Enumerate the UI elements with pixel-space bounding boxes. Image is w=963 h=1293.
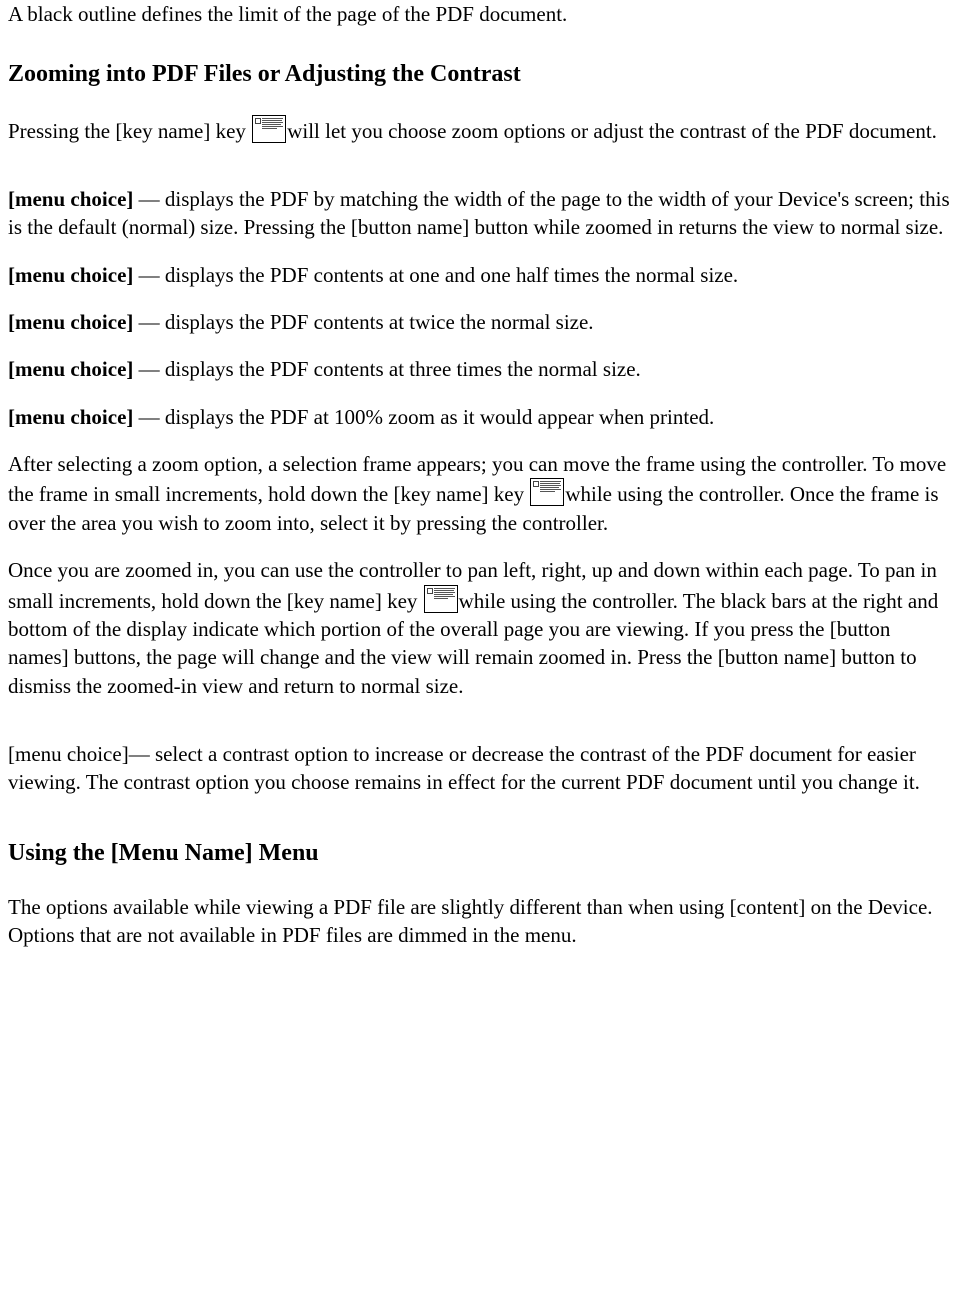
menu-paragraph: The options available while viewing a PD… xyxy=(8,893,955,950)
once-zoomed-paragraph: Once you are zoomed in, you can use the … xyxy=(8,556,955,700)
menu-choice-4: [menu choice] — displays the PDF content… xyxy=(8,355,955,383)
menu-choice-2: [menu choice] — displays the PDF content… xyxy=(8,261,955,289)
menu-choice-label: [menu choice] xyxy=(8,405,133,429)
zoom-intro-paragraph: Pressing the [key name] key will let you… xyxy=(8,115,955,145)
after-select-paragraph: After selecting a zoom option, a selecti… xyxy=(8,450,955,537)
text-key-icon xyxy=(530,478,564,506)
menu-choice-5: [menu choice] — displays the PDF at 100%… xyxy=(8,403,955,431)
contrast-paragraph: [menu choice]— select a contrast option … xyxy=(8,740,955,797)
menu-choice-5-text: — displays the PDF at 100% zoom as it wo… xyxy=(133,405,714,429)
zoom-intro-text-1: Pressing the [key name] key xyxy=(8,119,251,143)
intro-paragraph: A black outline defines the limit of the… xyxy=(8,0,955,28)
menu-choice-2-text: — displays the PDF contents at one and o… xyxy=(133,263,738,287)
heading-menu: Using the [Menu Name] Menu xyxy=(8,837,955,869)
text-key-icon xyxy=(424,585,458,613)
zoom-intro-text-2: will let you choose zoom options or adju… xyxy=(287,119,937,143)
menu-choice-1: [menu choice] — displays the PDF by matc… xyxy=(8,185,955,242)
menu-choice-label: [menu choice] xyxy=(8,263,133,287)
menu-choice-3-text: — displays the PDF contents at twice the… xyxy=(133,310,593,334)
menu-choice-label: [menu choice] xyxy=(8,187,133,211)
menu-choice-1-text: — displays the PDF by matching the width… xyxy=(8,187,950,239)
menu-choice-3: [menu choice] — displays the PDF content… xyxy=(8,308,955,336)
menu-choice-label: [menu choice] xyxy=(8,310,133,334)
text-key-icon xyxy=(252,115,286,143)
menu-choice-4-text: — displays the PDF contents at three tim… xyxy=(133,357,640,381)
heading-zoom-contrast: Zooming into PDF Files or Adjusting the … xyxy=(8,58,955,90)
menu-choice-label: [menu choice] xyxy=(8,357,133,381)
